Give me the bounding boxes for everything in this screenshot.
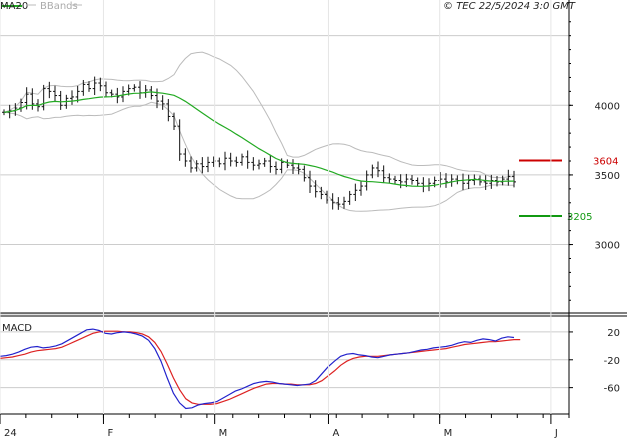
x-tick-label: M [219, 428, 228, 439]
price-bar [302, 165, 307, 182]
price-bar [240, 153, 244, 166]
price-bar [483, 175, 488, 190]
price-bar [319, 186, 324, 200]
x-tick-label: F [107, 428, 113, 439]
price-bar [359, 180, 363, 196]
price-bar [364, 170, 369, 191]
price-bar [53, 85, 57, 102]
price-bar [506, 169, 511, 186]
macd-y-axis: 20 -20 -60 [569, 328, 620, 395]
price-bar [427, 178, 431, 192]
price-ytick-label: 4000 [595, 101, 620, 112]
price-bar [228, 152, 233, 167]
price-bar [268, 154, 273, 173]
price-bar [104, 81, 108, 98]
price-bar [217, 157, 222, 168]
macd-ytick-label: 20 [607, 328, 620, 339]
price-bar [347, 190, 352, 205]
price-bar [30, 88, 35, 110]
price-bar [41, 84, 46, 111]
price-bar [166, 99, 171, 122]
bb-legend-label: BBands [40, 1, 78, 12]
resistance-label: 3604 [593, 156, 618, 167]
price-bar [257, 159, 261, 170]
bollinger-bands [3, 51, 514, 212]
price-bar [342, 196, 346, 209]
price-panel: 3604 3205 3000 3500 4000 [0, 21, 620, 315]
macd-ytick-label: -60 [604, 384, 620, 395]
price-bar [245, 150, 250, 169]
price-bar [58, 90, 63, 110]
price-bar [421, 177, 426, 193]
price-bar [47, 81, 52, 99]
bband-upper [3, 51, 514, 179]
price-bar [223, 151, 227, 171]
price-bar [438, 172, 443, 188]
bband-lower [3, 101, 514, 212]
price-bar [234, 156, 239, 167]
x-tick-label: A [332, 428, 339, 439]
chart-canvas: MA20 BBands © TEC 22/5/2024 3:0 GMT 3604… [0, 0, 627, 439]
price-bar [370, 164, 375, 179]
price-bar [393, 175, 397, 184]
price-bar [177, 119, 182, 161]
price-bar [449, 174, 454, 187]
price-bar [138, 81, 142, 99]
price-bar [183, 148, 188, 167]
x-tick-label: J [554, 428, 558, 439]
macd-panel: 20 -20 -60 [0, 328, 620, 410]
price-bar [194, 160, 199, 172]
price-bar [160, 95, 165, 110]
macd-lines [0, 328, 521, 410]
price-ytick-label: 3000 [595, 241, 620, 252]
price-bar [455, 175, 460, 185]
price-bar [200, 157, 205, 174]
price-bar [353, 183, 358, 202]
x-axis-ticks: 24 F M A M J [0, 0, 570, 439]
price-bar [274, 161, 278, 175]
ma-legend-label: MA20 [0, 1, 28, 12]
price-bar [251, 157, 256, 171]
price-bar [149, 86, 154, 100]
ma20-line [3, 91, 514, 187]
price-bar [143, 84, 148, 98]
price-bar [415, 177, 420, 187]
macd-grid [0, 331, 569, 389]
price-bar [308, 170, 312, 194]
price-bar [381, 165, 386, 184]
price-bar [206, 156, 210, 173]
ma20-path [3, 91, 514, 187]
price-bar [410, 175, 414, 185]
price-bar [98, 77, 103, 92]
price-bar [461, 173, 465, 191]
support-label: 3205 [567, 212, 592, 223]
price-bar [296, 163, 301, 175]
price-ytick-label: 3500 [595, 171, 620, 182]
copyright-text: © TEC 22/5/2024 3:0 GMT [443, 1, 576, 12]
macd-ytick-label: -20 [604, 356, 620, 367]
price-bar [132, 84, 137, 92]
price-bar [466, 174, 471, 190]
price-bar [70, 90, 74, 105]
x-tick-label: M [444, 428, 453, 439]
price-bars [2, 76, 516, 210]
macd-signal-line [0, 330, 521, 405]
price-bar [172, 112, 176, 130]
price-bar [285, 159, 290, 169]
price-bar [398, 174, 403, 189]
price-bar [291, 159, 295, 174]
x-tick-label: 24 [4, 428, 17, 439]
price-bar [262, 157, 267, 167]
